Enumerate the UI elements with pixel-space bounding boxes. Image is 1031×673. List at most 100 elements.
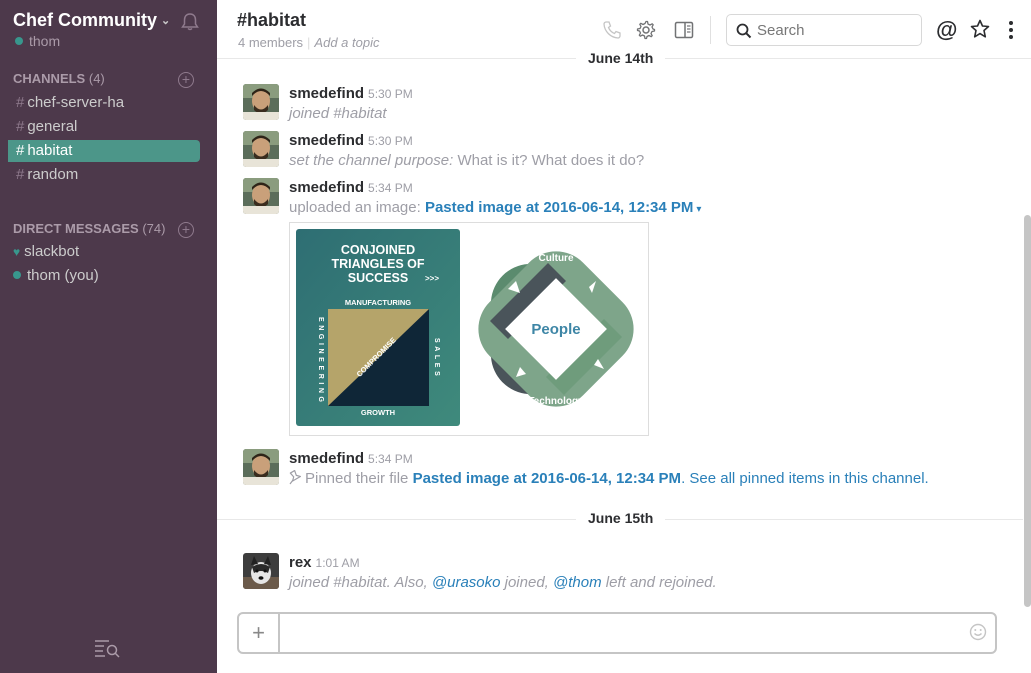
- message-author[interactable]: smedefind 5:30 PM: [289, 85, 413, 102]
- author-name: smedefind: [289, 450, 365, 467]
- author-name: smedefind: [289, 179, 365, 196]
- heart-icon: ♥: [13, 245, 21, 259]
- upload-prefix: uploaded an image:: [289, 199, 425, 216]
- quick-switcher-icon[interactable]: [94, 638, 122, 658]
- sidebar-item-habitat[interactable]: # habitat: [8, 140, 200, 162]
- star-icon[interactable]: [970, 19, 990, 39]
- meta-separator: |: [307, 35, 311, 50]
- channels-heading[interactable]: CHANNELS (4): [13, 71, 105, 86]
- poster-title-line-3: SUCCESS: [348, 271, 408, 285]
- join-notice-a: joined #habitat. Also,: [289, 574, 432, 591]
- poster-arrows: >>>: [425, 274, 439, 283]
- avatar[interactable]: [243, 178, 279, 214]
- search-box[interactable]: [726, 14, 922, 46]
- pinned-items-link[interactable]: . See all pinned items in this channel.: [681, 470, 929, 487]
- direct-messages-heading[interactable]: DIRECT MESSAGES (74): [13, 221, 165, 236]
- main-pane: #habitat 4 members | Add a topic Search …: [217, 0, 1031, 673]
- image-preview: CONJOINED TRIANGLES OF SUCCESS >>> MANUF…: [296, 229, 634, 426]
- channel-name: habitat: [27, 142, 73, 159]
- current-user[interactable]: thom: [15, 33, 60, 49]
- message-author[interactable]: rex 1:01 AM: [289, 554, 360, 571]
- sidebar-item-chef-server-ha[interactable]: # chef-server-ha: [8, 92, 200, 114]
- attach-button[interactable]: +: [239, 614, 280, 652]
- sidebar: Chef Community ⌄ thom CHANNELS (4) + # che…: [0, 0, 217, 673]
- dm-heading-label: DIRECT MESSAGES: [13, 221, 139, 236]
- bell-icon[interactable]: [180, 13, 200, 31]
- avatar[interactable]: [243, 449, 279, 485]
- message-author[interactable]: smedefind 5:34 PM: [289, 179, 413, 196]
- chevron-down-icon: ⌄: [161, 15, 171, 27]
- scrollbar-thumb[interactable]: [1024, 215, 1031, 607]
- message-timestamp[interactable]: 5:34 PM: [368, 181, 413, 195]
- presence-dot: [13, 271, 21, 279]
- channels-count: (4): [88, 71, 105, 86]
- hash-icon: #: [16, 142, 25, 159]
- poster-title-line-1: CONJOINED: [341, 243, 415, 257]
- mentions-button[interactable]: @: [936, 17, 957, 43]
- poster-label-top: MANUFACTURING: [345, 298, 411, 307]
- author-name: rex: [289, 554, 312, 571]
- pin-prefix: Pinned their file: [305, 470, 413, 487]
- pin-icon: [289, 470, 301, 485]
- channel-name: random: [27, 166, 79, 183]
- avatar[interactable]: [243, 553, 279, 589]
- author-name: smedefind: [289, 85, 365, 102]
- phone-icon[interactable]: [602, 20, 622, 40]
- sidebar-item-thom[interactable]: thom (you): [13, 267, 99, 284]
- poster-label-left: ENGINEERING: [317, 317, 324, 406]
- message-timestamp[interactable]: 5:30 PM: [368, 87, 413, 101]
- emoji-icon[interactable]: [969, 623, 987, 641]
- mention-urasoko[interactable]: @urasoko: [432, 574, 501, 591]
- caret-down-icon[interactable]: ▾: [696, 204, 701, 215]
- channels-heading-label: CHANNELS: [13, 71, 86, 86]
- message-timestamp[interactable]: 1:01 AM: [316, 556, 360, 570]
- more-vertical-icon[interactable]: [1008, 20, 1014, 40]
- channel-name: chef-server-ha: [27, 94, 125, 111]
- sidebar-item-slackbot[interactable]: ♥ slackbot: [13, 243, 79, 260]
- add-dm-button[interactable]: +: [178, 222, 194, 238]
- header-divider: [710, 16, 711, 44]
- presence-dot: [15, 37, 23, 45]
- diamond-diagram: Culture People Technology: [463, 236, 634, 422]
- file-link[interactable]: Pasted image at 2016-06-14, 12:34 PM: [425, 199, 693, 216]
- join-notice-c: left and rejoined.: [601, 574, 717, 591]
- pinned-file-link[interactable]: Pasted image at 2016-06-14, 12:34 PM: [413, 470, 681, 487]
- member-count[interactable]: 4 members: [238, 35, 303, 50]
- sidebar-item-general[interactable]: # general: [8, 116, 200, 138]
- diamond-label-top: Culture: [539, 253, 574, 264]
- search-input[interactable]: [757, 20, 907, 40]
- poster-title-line-2: TRIANGLES OF: [331, 257, 424, 271]
- team-name: Chef Community: [13, 10, 157, 30]
- uploaded-image[interactable]: CONJOINED TRIANGLES OF SUCCESS >>> MANUF…: [289, 222, 649, 436]
- diamond-label-center: People: [531, 321, 580, 338]
- message-text: uploaded an image: Pasted image at 2016-…: [289, 199, 701, 216]
- avatar[interactable]: [243, 131, 279, 167]
- message-text: joined #habitat. Also, @urasoko joined, …: [289, 574, 717, 591]
- message-author[interactable]: smedefind 5:30 PM: [289, 132, 413, 149]
- add-topic-link[interactable]: Add a topic: [314, 35, 379, 50]
- join-notice: joined #habitat: [289, 105, 387, 122]
- sidebar-item-random[interactable]: # random: [8, 164, 200, 186]
- join-notice-b: joined,: [500, 574, 554, 591]
- sidebar-toggle-icon[interactable]: [674, 20, 694, 40]
- day-divider-june-15: June 15th: [576, 510, 666, 526]
- message-composer: +: [237, 612, 997, 654]
- gear-icon[interactable]: [636, 20, 656, 40]
- message-input[interactable]: [289, 622, 949, 644]
- add-channel-button[interactable]: +: [178, 72, 194, 88]
- author-name: smedefind: [289, 132, 365, 149]
- slack-app: Chef Community ⌄ thom CHANNELS (4) + # che…: [0, 0, 1031, 673]
- avatar[interactable]: [243, 84, 279, 120]
- message-author[interactable]: smedefind 5:34 PM: [289, 450, 413, 467]
- diamond-label-bottom: Technology: [528, 396, 584, 407]
- message-timestamp[interactable]: 5:30 PM: [368, 134, 413, 148]
- day-divider-june-14: June 14th: [576, 50, 666, 66]
- hash-icon: #: [16, 94, 25, 111]
- mention-thom[interactable]: @thom: [553, 574, 602, 591]
- message-timestamp[interactable]: 5:34 PM: [368, 452, 413, 466]
- message-text: set the channel purpose: What is it? Wha…: [289, 152, 644, 169]
- current-user-name: thom: [29, 33, 61, 49]
- channel-title[interactable]: #habitat: [237, 10, 306, 31]
- dm-name: slackbot: [24, 243, 80, 260]
- team-menu[interactable]: Chef Community ⌄: [13, 10, 170, 31]
